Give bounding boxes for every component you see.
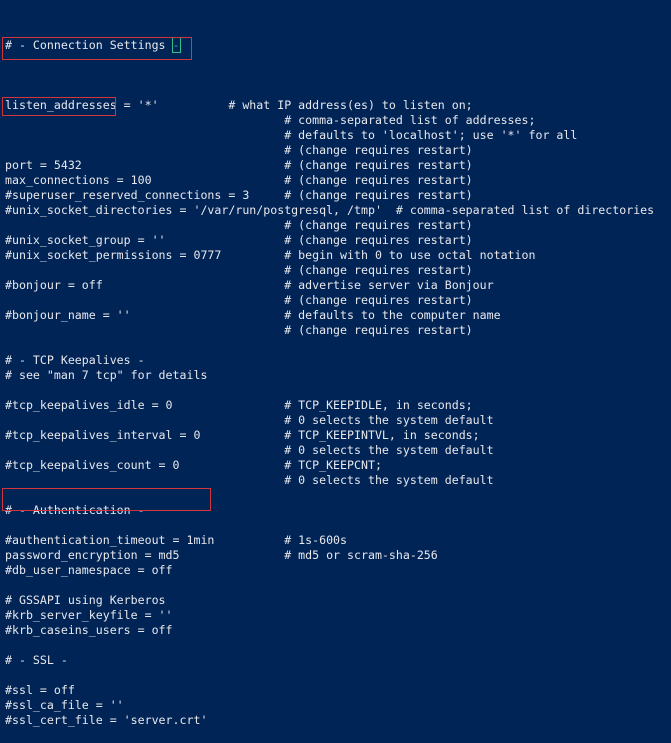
text-cursor: - <box>171 37 181 53</box>
config-line: #unix_socket_permissions = 0777 # begin … <box>5 248 536 262</box>
config-line: # 0 selects the system default <box>5 473 494 487</box>
config-line <box>5 578 654 593</box>
config-line: max_connections = 100 # (change requires… <box>5 173 473 187</box>
config-line <box>5 518 654 533</box>
config-line: # (change requires restart) <box>5 293 473 307</box>
config-line <box>5 338 654 353</box>
config-line: #ssl_ca_file = '' <box>5 698 124 712</box>
config-line: #tcp_keepalives_count = 0 # TCP_KEEPCNT; <box>5 458 382 472</box>
section-header-connection-settings: # - Connection Settings - <box>5 37 654 53</box>
config-line: #db_user_namespace = off <box>5 563 173 577</box>
config-line: # see "man 7 tcp" for details <box>5 368 208 382</box>
config-line: #tcp_keepalives_idle = 0 # TCP_KEEPIDLE,… <box>5 398 473 412</box>
config-line <box>5 383 654 398</box>
config-line: #krb_caseins_users = off <box>5 623 173 637</box>
config-line <box>5 668 654 683</box>
config-line: # (change requires restart) <box>5 323 473 337</box>
config-line: password_encryption = md5 # md5 or scram… <box>5 548 438 562</box>
config-line: #krb_server_keyfile = '' <box>5 608 173 622</box>
config-line: #tcp_keepalives_interval = 0 # TCP_KEEPI… <box>5 428 480 442</box>
config-line: # - Authentication - <box>5 503 145 517</box>
config-line: #unix_socket_group = '' # (change requir… <box>5 233 473 247</box>
config-line: # - SSL - <box>5 653 68 667</box>
config-line: #bonjour = off # advertise server via Bo… <box>5 278 494 292</box>
config-line: #authentication_timeout = 1min # 1s-600s <box>5 533 348 547</box>
config-line: # GSSAPI using Kerberos <box>5 593 166 607</box>
config-line: #unix_socket_directories = '/var/run/pos… <box>5 203 655 217</box>
config-line: # 0 selects the system default <box>5 443 494 457</box>
terminal-output[interactable]: # - Connection Settings - listen_address… <box>5 8 654 743</box>
config-line <box>5 638 654 653</box>
config-line: # comma-separated list of addresses; <box>5 113 536 127</box>
config-line: # (change requires restart) <box>5 218 473 232</box>
config-lines: listen_addresses = '*' # what IP address… <box>5 83 654 728</box>
config-line: #bonjour_name = '' # defaults to the com… <box>5 308 501 322</box>
config-line: port = 5432 # (change requires restart) <box>5 158 473 172</box>
config-line: # - TCP Keepalives - <box>5 353 145 367</box>
config-line: # (change requires restart) <box>5 263 473 277</box>
config-line <box>5 83 654 98</box>
config-line: #superuser_reserved_connections = 3 # (c… <box>5 188 473 202</box>
config-line: #ssl = off <box>5 683 75 697</box>
config-line: #ssl_cert_file = 'server.crt' <box>5 713 208 727</box>
config-line <box>5 488 654 503</box>
config-line: # defaults to 'localhost'; use '*' for a… <box>5 128 578 142</box>
config-line: # 0 selects the system default <box>5 413 494 427</box>
config-line: listen_addresses = '*' # what IP address… <box>5 98 473 112</box>
config-line: # (change requires restart) <box>5 143 473 157</box>
header-text: # - Connection Settings <box>5 38 173 52</box>
